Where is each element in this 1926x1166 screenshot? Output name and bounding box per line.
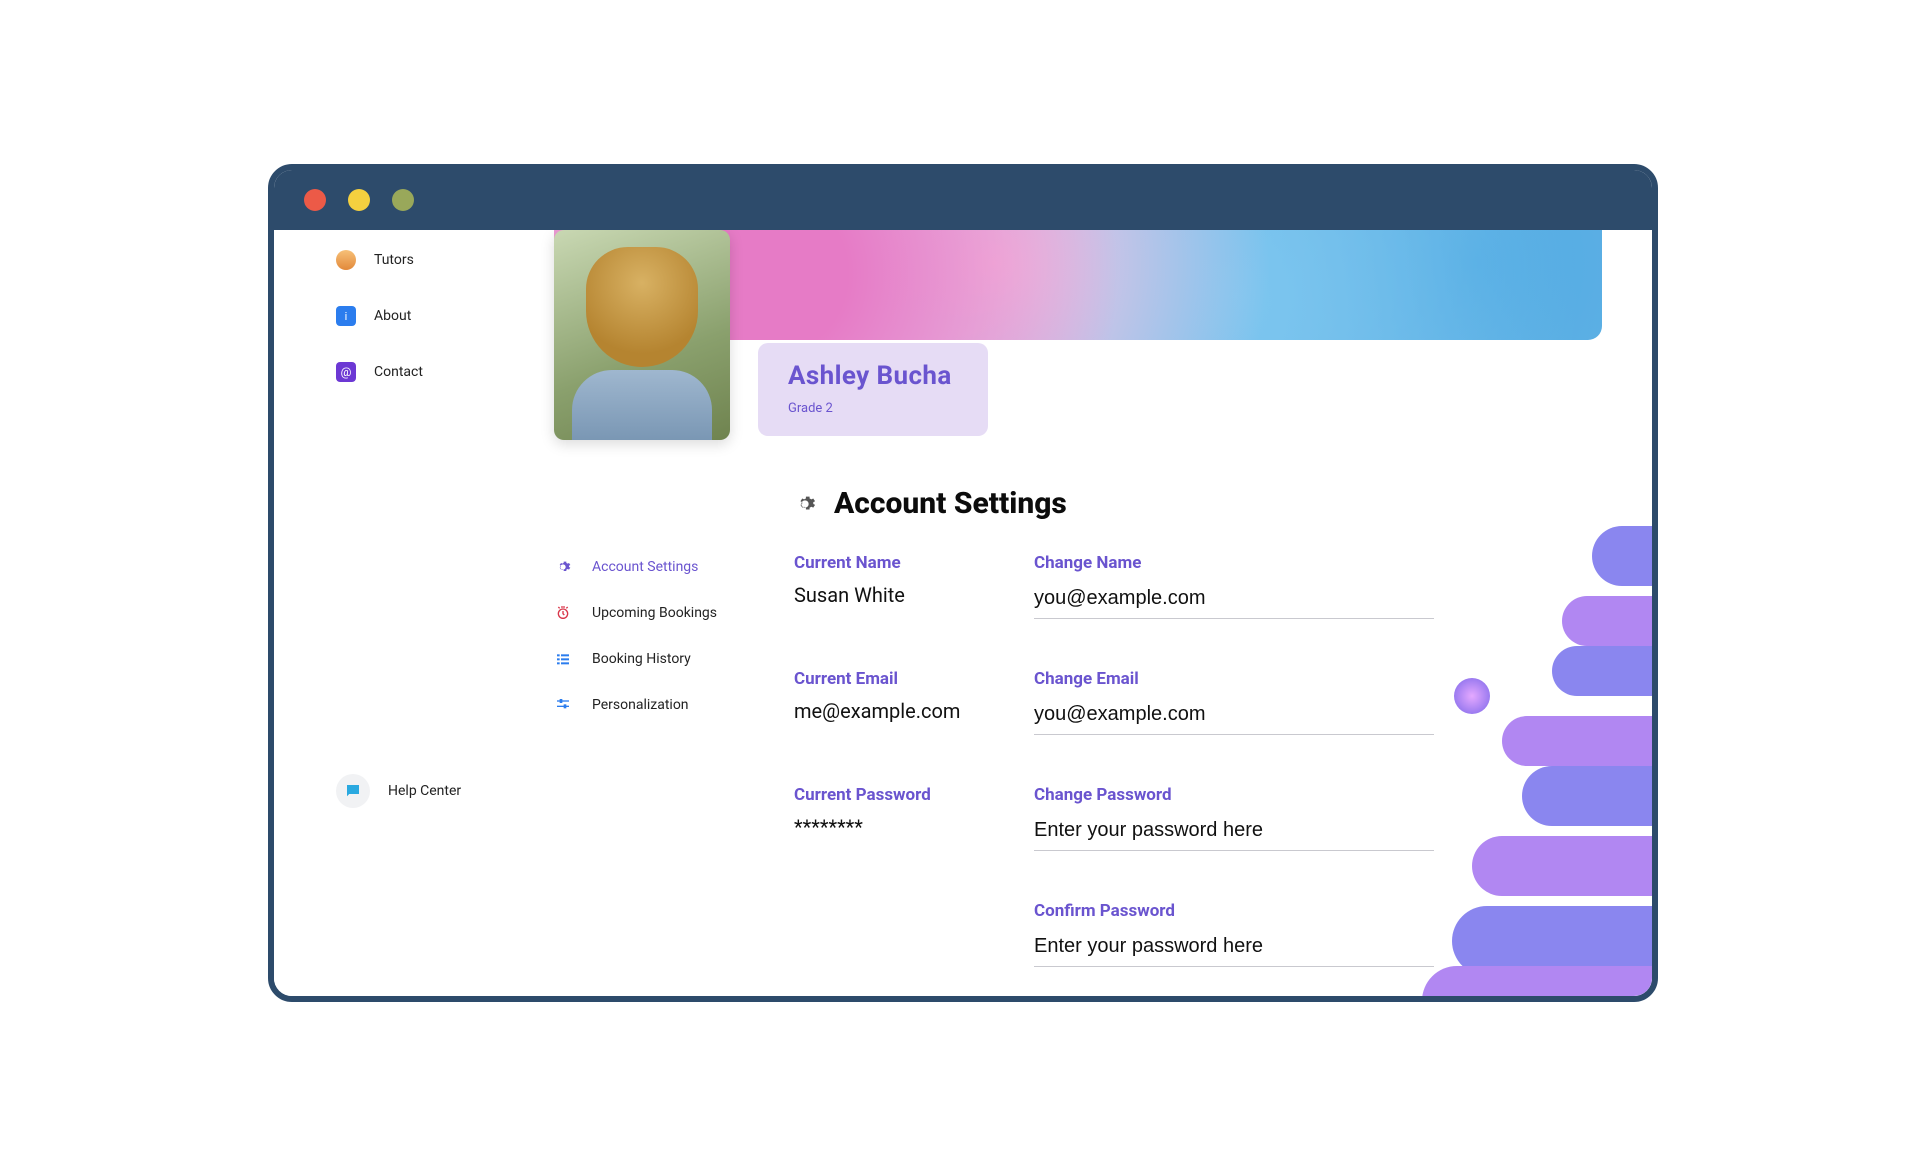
sliders-icon xyxy=(554,696,572,714)
window-titlebar xyxy=(274,170,1652,230)
settings-panel: Account Settings Current Name Susan Whit… xyxy=(794,486,1652,996)
settings-form: Current Name Susan White Change Name Cur… xyxy=(794,553,1592,996)
panel-title: Account Settings xyxy=(834,486,1067,521)
main-area: Ashley Bucha Grade 2 Account Settings xyxy=(524,230,1652,996)
settings-tab-history[interactable]: Booking History xyxy=(554,636,754,682)
about-icon: i xyxy=(336,306,356,326)
current-email-label: Current Email xyxy=(794,669,1024,689)
tutors-icon xyxy=(336,250,356,270)
max-dot[interactable] xyxy=(392,189,414,211)
confirm-password-input[interactable] xyxy=(1034,931,1434,967)
app-body: Tutors i About @ Contact Help Center xyxy=(274,230,1652,996)
settings-tab-label: Booking History xyxy=(592,651,691,667)
chat-icon xyxy=(336,774,370,808)
sidebar-item-contact[interactable]: @ Contact xyxy=(274,352,524,392)
profile-name: Ashley Bucha xyxy=(788,361,958,391)
sidebar-item-label: Contact xyxy=(374,364,423,380)
sidebar-item-label: Help Center xyxy=(388,783,461,799)
current-password-value: ******** xyxy=(794,815,1024,839)
min-dot[interactable] xyxy=(348,189,370,211)
settings-nav: Account Settings Upcoming Bookings Booki… xyxy=(554,486,754,996)
settings-tab-label: Account Settings xyxy=(592,559,698,575)
close-dot[interactable] xyxy=(304,189,326,211)
change-email-label: Change Email xyxy=(1034,669,1434,689)
change-password-input[interactable] xyxy=(1034,815,1434,851)
panel-heading: Account Settings xyxy=(794,486,1592,521)
profile-name-card: Ashley Bucha Grade 2 xyxy=(758,343,988,436)
profile-header: Ashley Bucha Grade 2 xyxy=(554,230,1652,440)
change-name-label: Change Name xyxy=(1034,553,1434,573)
contact-icon: @ xyxy=(336,362,356,382)
sidebar: Tutors i About @ Contact Help Center xyxy=(274,230,524,996)
sidebar-item-label: Tutors xyxy=(374,252,414,268)
settings-tab-account[interactable]: Account Settings xyxy=(554,544,754,590)
current-name-label: Current Name xyxy=(794,553,1024,573)
change-password-label: Change Password xyxy=(1034,785,1434,805)
change-name-input[interactable] xyxy=(1034,583,1434,619)
current-email-value: me@example.com xyxy=(794,699,1024,723)
avatar xyxy=(554,230,730,440)
gear-icon xyxy=(554,558,572,576)
gear-icon xyxy=(794,493,816,515)
current-password-label: Current Password xyxy=(794,785,1024,805)
change-email-input[interactable] xyxy=(1034,699,1434,735)
clock-icon xyxy=(554,604,572,622)
list-icon xyxy=(554,650,572,668)
app-window: Tutors i About @ Contact Help Center xyxy=(268,164,1658,1002)
settings-tab-upcoming[interactable]: Upcoming Bookings xyxy=(554,590,754,636)
settings-tab-label: Personalization xyxy=(592,697,689,713)
profile-grade: Grade 2 xyxy=(788,401,958,416)
settings-tab-label: Upcoming Bookings xyxy=(592,605,717,621)
current-name-value: Susan White xyxy=(794,583,1024,607)
confirm-password-label: Confirm Password xyxy=(1034,901,1434,921)
sidebar-item-about[interactable]: i About xyxy=(274,296,524,336)
sidebar-item-help-center[interactable]: Help Center xyxy=(274,768,524,814)
settings-tab-personalization[interactable]: Personalization xyxy=(554,682,754,728)
sidebar-item-label: About xyxy=(374,308,411,324)
sidebar-item-tutors[interactable]: Tutors xyxy=(274,240,524,280)
